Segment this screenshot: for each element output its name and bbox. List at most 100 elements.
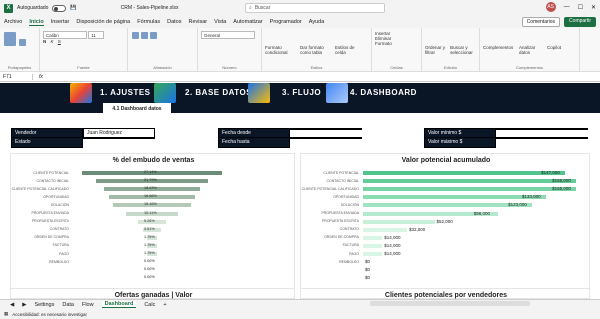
database-icon[interactable] [154, 83, 176, 103]
cumval-bar[interactable] [363, 187, 577, 192]
font-name-select[interactable]: Calibri [43, 31, 87, 39]
tab-settings[interactable]: Settings [34, 302, 54, 308]
tab-dashboard-datos[interactable]: 4.1 Dashboard datos [103, 103, 171, 115]
font-size-select[interactable]: 11 [88, 31, 105, 39]
tab-nav-prev-icon[interactable]: ◀ [10, 302, 14, 308]
cumval-bar[interactable] [363, 243, 383, 248]
menu-programador[interactable]: Programador [270, 19, 302, 25]
menu-formulas[interactable]: Fórmulas [137, 19, 160, 25]
sort-filter-button[interactable]: Ordenar y filtrar [425, 31, 447, 68]
nav-base-datos[interactable]: 2. BASE DATOS [185, 88, 252, 97]
tab-dashboard[interactable]: Dashboard [101, 301, 137, 308]
number-format-select[interactable]: General [201, 31, 255, 39]
funnel-label: CLIENTE POTENCIAL [33, 170, 69, 175]
fx-icon[interactable]: fx [39, 74, 43, 80]
cumval-bar[interactable] [363, 219, 435, 224]
cumval-bar[interactable] [363, 235, 383, 240]
menu-datos[interactable]: Datos [167, 19, 181, 25]
italic-button[interactable]: K [51, 39, 54, 44]
minimize-icon[interactable]: — [564, 4, 570, 10]
tab-calc[interactable]: Calc [144, 302, 155, 308]
share-button[interactable]: Compartir [564, 17, 596, 27]
dashboard-icon[interactable] [326, 83, 348, 103]
group-label: Número [222, 65, 237, 70]
analyze-data-button[interactable]: Analizar datos [519, 31, 543, 68]
cumval-value: $32,000 [409, 226, 426, 232]
paste-icon[interactable] [4, 32, 16, 46]
cumval-panel: Valor potencial acumulado CLIENTE POTENC… [300, 153, 590, 293]
nav-ajustes[interactable]: 1. AJUSTES [100, 88, 151, 97]
menu-inicio[interactable]: Inicio [29, 19, 44, 26]
flow-icon[interactable] [248, 83, 270, 103]
avatar[interactable]: AS [545, 2, 556, 12]
nav-banner: 1. AJUSTES 2. BASE DATOS 3. FLUJO 4. DAS… [0, 83, 600, 103]
maximize-icon[interactable]: ☐ [578, 4, 583, 11]
valor-max-label: Valor máximo $ [424, 137, 496, 148]
menu-disposicion[interactable]: Disposición de página [76, 19, 130, 25]
copilot-button[interactable]: Copilot [547, 31, 567, 68]
cumval-label: FACTURA [342, 243, 359, 248]
format-table-button[interactable]: Dar formato como tabla [300, 31, 332, 68]
tab-data[interactable]: Data [62, 302, 74, 308]
name-box[interactable]: F71 [3, 73, 33, 80]
comments-button[interactable]: Comentarios [521, 17, 561, 27]
funnel-label: ORDEN DE COMPRA [34, 235, 69, 240]
cumval-label: CONTRATO [339, 227, 359, 232]
cumval-label: PAGO [349, 251, 359, 256]
conditional-format-button[interactable]: Formato condicional [265, 31, 297, 68]
menu-revisar[interactable]: Revisar [189, 19, 208, 25]
status-bar: ▦ Accesibilidad: es necesario investigar [0, 309, 600, 319]
nav-flujo[interactable]: 3. FLUJO [282, 88, 321, 97]
search-input[interactable]: ⌕ Buscar [245, 3, 385, 13]
align-center-icon[interactable] [141, 32, 148, 39]
close-icon[interactable]: ✕ [591, 4, 596, 11]
settings-icon[interactable] [70, 83, 92, 103]
bold-button[interactable]: N [43, 39, 46, 44]
group-label: Alineación [153, 65, 172, 70]
cut-icon[interactable] [19, 39, 27, 46]
format-cells-button[interactable]: Formato [375, 41, 418, 46]
autosave-toggle[interactable] [52, 4, 67, 12]
cumval-bar[interactable] [363, 252, 383, 256]
wrap-text-icon[interactable] [150, 32, 157, 39]
cumval-bar[interactable] [363, 227, 407, 232]
accessibility-status[interactable]: Accesibilidad: es necesario investigar [12, 312, 87, 317]
estado-field[interactable] [83, 137, 155, 139]
menu-ayuda[interactable]: Ayuda [309, 19, 325, 25]
fecha-desde-field[interactable] [290, 128, 362, 130]
menu-vista[interactable]: Vista [214, 19, 226, 25]
cumval-bar[interactable] [363, 171, 566, 175]
ribbon: Portapapeles Calibri 11 N K S Fuente Ali… [0, 28, 600, 72]
cumval-value: $0 [365, 275, 371, 281]
underline-button[interactable]: S [58, 39, 61, 44]
menu-archivo[interactable]: Archivo [4, 19, 22, 25]
cumval-bar[interactable] [363, 179, 577, 184]
horizontal-scrollbar[interactable] [370, 301, 530, 306]
cumval-bar[interactable] [363, 195, 546, 200]
ribbon-clipboard: Portapapeles [0, 28, 40, 71]
cumval-bar[interactable] [363, 203, 533, 208]
formula-input[interactable] [49, 73, 600, 81]
addins-button[interactable]: Complementos [483, 31, 515, 68]
add-sheet-icon[interactable]: + [163, 302, 166, 308]
valor-max-field[interactable] [496, 137, 588, 139]
funnel-value: 5.26% [144, 218, 155, 223]
tab-flow[interactable]: Flow [82, 302, 94, 308]
nav-dashboard[interactable]: 4. DASHBOARD [350, 88, 417, 97]
fecha-hasta-field[interactable] [290, 137, 362, 139]
autosave-label: Autoguardado [17, 5, 49, 11]
valor-min-field[interactable] [496, 128, 588, 130]
cumval-label: OPORTUNIDAD [333, 194, 359, 199]
cumval-label: CLIENTE POTENCIAL [323, 170, 359, 175]
find-select-button[interactable]: Buscar y seleccionar [450, 31, 476, 68]
group-label: Complementos [516, 65, 543, 70]
cumval-value: $98,000 [473, 210, 491, 216]
align-left-icon[interactable] [132, 32, 139, 39]
tab-nav-next-icon[interactable]: ▶ [22, 302, 26, 308]
cell-styles-button[interactable]: Estilos de celda [335, 31, 365, 68]
search-icon: ⌕ [249, 5, 252, 11]
menu-automatizar[interactable]: Automatizar [233, 19, 262, 25]
menu-insertar[interactable]: Insertar [51, 19, 70, 25]
save-icon[interactable]: 💾 [70, 5, 76, 11]
funnel-value: 10.11% [144, 210, 157, 215]
